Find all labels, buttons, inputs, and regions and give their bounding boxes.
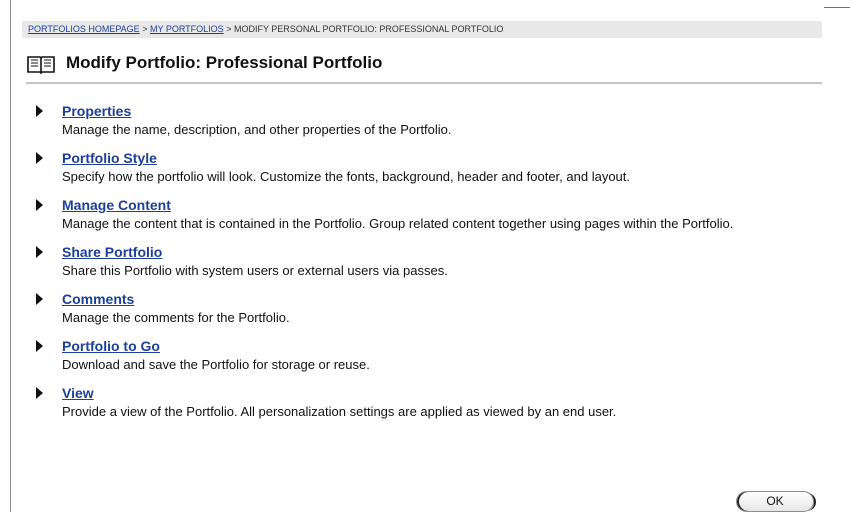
- menu-item-properties: Properties Manage the name, description,…: [36, 103, 826, 138]
- menu-item-description: Manage the name, description, and other …: [62, 122, 452, 137]
- breadcrumb-my-portfolios[interactable]: MY PORTFOLIOS: [150, 24, 224, 34]
- breadcrumb-separator: >: [226, 24, 232, 34]
- page-title: Modify Portfolio: Professional Portfolio: [66, 53, 383, 72]
- book-icon: [27, 56, 55, 74]
- menu-item-description: Manage the comments for the Portfolio.: [62, 310, 290, 325]
- breadcrumb-separator: >: [142, 24, 148, 34]
- menu-item-description: Provide a view of the Portfolio. All per…: [62, 404, 617, 419]
- view-link[interactable]: View: [62, 385, 94, 401]
- menu-item-comments: Comments Manage the comments for the Por…: [36, 291, 826, 326]
- properties-link[interactable]: Properties: [62, 103, 131, 119]
- triangle-right-icon: [36, 105, 43, 117]
- portfolio-to-go-link[interactable]: Portfolio to Go: [62, 338, 160, 354]
- page-header: Modify Portfolio: Professional Portfolio: [26, 50, 822, 84]
- breadcrumb-portfolios-homepage[interactable]: PORTFOLIOS HOMEPAGE: [28, 24, 140, 34]
- menu-item-share-portfolio: Share Portfolio Share this Portfolio wit…: [36, 244, 826, 279]
- menu-item-description: Download and save the Portfolio for stor…: [62, 357, 370, 372]
- triangle-right-icon: [36, 152, 43, 164]
- menu-item-manage-content: Manage Content Manage the content that i…: [36, 197, 826, 232]
- share-portfolio-link[interactable]: Share Portfolio: [62, 244, 162, 260]
- triangle-right-icon: [36, 340, 43, 352]
- portfolio-style-link[interactable]: Portfolio Style: [62, 150, 157, 166]
- menu-item-description: Share this Portfolio with system users o…: [62, 263, 448, 278]
- menu-item-description: Manage the content that is contained in …: [62, 216, 734, 231]
- menu-item-portfolio-style: Portfolio Style Specify how the portfoli…: [36, 150, 826, 185]
- manage-content-link[interactable]: Manage Content: [62, 197, 171, 213]
- triangle-right-icon: [36, 387, 43, 399]
- ok-button[interactable]: OK: [736, 491, 816, 512]
- menu-item-description: Specify how the portfolio will look. Cus…: [62, 169, 631, 184]
- portfolio-action-list: Properties Manage the name, description,…: [36, 103, 826, 432]
- menu-item-portfolio-to-go: Portfolio to Go Download and save the Po…: [36, 338, 826, 373]
- triangle-right-icon: [36, 246, 43, 258]
- corner-line: [824, 7, 850, 8]
- breadcrumb: PORTFOLIOS HOMEPAGE > MY PORTFOLIOS > MO…: [22, 21, 822, 38]
- menu-item-view: View Provide a view of the Portfolio. Al…: [36, 385, 826, 420]
- comments-link[interactable]: Comments: [62, 291, 134, 307]
- triangle-right-icon: [36, 199, 43, 211]
- breadcrumb-current: MODIFY PERSONAL PORTFOLIO: PROFESSIONAL …: [233, 24, 504, 34]
- triangle-right-icon: [36, 293, 43, 305]
